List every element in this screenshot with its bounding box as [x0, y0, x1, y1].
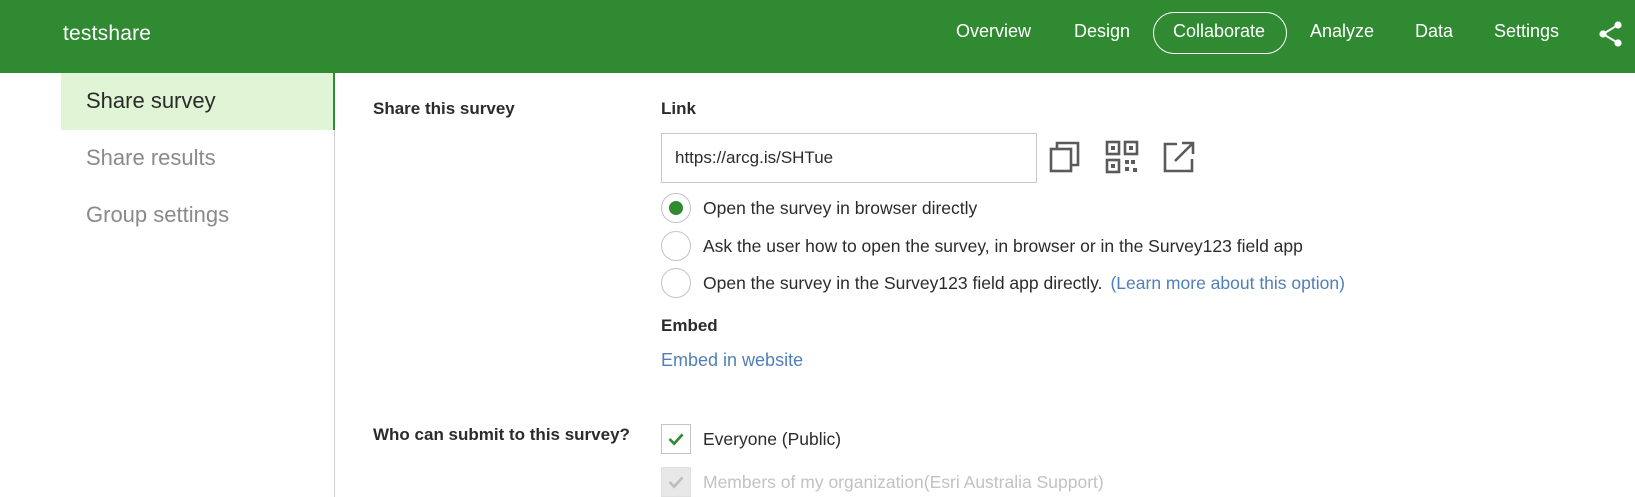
members-org-label: Members of my organization(Esri Australi…: [703, 471, 1104, 492]
members-org-checkbox: [661, 467, 691, 497]
members-org-option: Members of my organization(Esri Australi…: [661, 467, 1104, 497]
open-field-app-label: Open the survey in the Survey123 field a…: [703, 272, 1103, 293]
sidebar-item-share-results[interactable]: Share results: [61, 130, 335, 187]
sidebar: Share survey Share results Group setting…: [61, 73, 335, 497]
nav-design[interactable]: Design: [1074, 21, 1130, 42]
copy-icon[interactable]: [1047, 139, 1083, 175]
open-browser-option[interactable]: Open the survey in browser directly: [661, 193, 977, 223]
share-icon[interactable]: [1598, 20, 1624, 48]
everyone-public-checkbox[interactable]: [661, 424, 691, 454]
nav-analyze[interactable]: Analyze: [1310, 21, 1374, 42]
everyone-public-option[interactable]: Everyone (Public): [661, 424, 841, 454]
link-input[interactable]: [662, 134, 1036, 182]
radio-open-field-app[interactable]: [661, 268, 691, 298]
nav-collaborate[interactable]: Collaborate: [1173, 21, 1265, 42]
qr-code-icon[interactable]: [1104, 139, 1140, 175]
open-external-icon[interactable]: [1161, 139, 1197, 175]
embed-label: Embed: [661, 316, 718, 335]
sidebar-item-share-survey[interactable]: Share survey: [61, 73, 335, 130]
embed-in-website-link[interactable]: Embed in website: [661, 350, 803, 371]
submit-section-title: Who can submit to this survey?: [373, 425, 630, 444]
check-icon: [668, 433, 684, 446]
top-bar: testshare Overview Design Collaborate An…: [0, 0, 1635, 73]
link-label: Link: [661, 99, 696, 118]
open-browser-label: Open the survey in browser directly: [703, 197, 978, 218]
nav-settings[interactable]: Settings: [1494, 21, 1559, 42]
nav-overview[interactable]: Overview: [956, 21, 1031, 42]
sidebar-item-group-settings[interactable]: Group settings: [61, 187, 335, 244]
nav-data[interactable]: Data: [1415, 21, 1453, 42]
open-field-app-option[interactable]: Open the survey in the Survey123 field a…: [661, 268, 1345, 298]
learn-more-link[interactable]: (Learn more about this option): [1110, 273, 1344, 294]
everyone-public-label: Everyone (Public): [703, 428, 842, 449]
survey-title: testshare: [63, 22, 152, 45]
radio-open-browser[interactable]: [661, 193, 691, 223]
share-section-title: Share this survey: [373, 99, 515, 118]
link-field[interactable]: [661, 133, 1037, 183]
ask-user-option[interactable]: Ask the user how to open the survey, in …: [661, 231, 1303, 261]
ask-user-label: Ask the user how to open the survey, in …: [703, 235, 1303, 256]
check-icon: [668, 476, 684, 489]
radio-ask-user[interactable]: [661, 231, 691, 261]
